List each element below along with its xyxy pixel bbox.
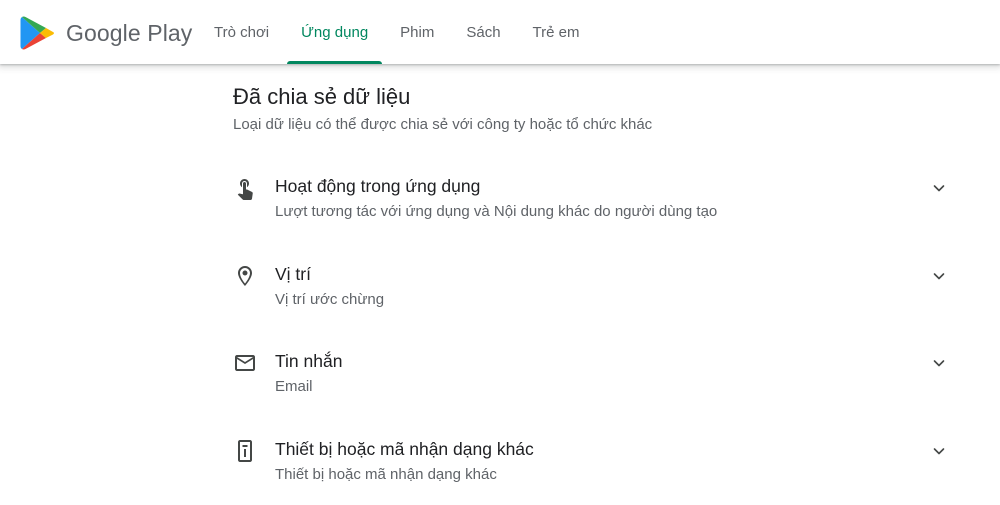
touch-icon bbox=[237, 179, 253, 200]
google-play-icon bbox=[20, 16, 54, 50]
item-subtitle: Email bbox=[275, 378, 313, 395]
data-item-messages[interactable]: Tin nhắn Email bbox=[233, 351, 963, 411]
chevron-down-icon[interactable] bbox=[931, 443, 947, 459]
item-subtitle: Lượt tương tác với ứng dụng và Nội dung … bbox=[275, 203, 718, 220]
google-play-logo[interactable]: Google Play bbox=[20, 14, 192, 52]
tab-movies[interactable]: Phim bbox=[384, 0, 450, 64]
mail-icon bbox=[235, 355, 255, 371]
data-item-device-ids[interactable]: Thiết bị hoặc mã nhận dạng khác Thiết bị… bbox=[233, 439, 963, 499]
item-title: Vị trí bbox=[275, 264, 311, 284]
tab-apps[interactable]: Ứng dụng bbox=[285, 0, 384, 64]
section-title: Đã chia sẻ dữ liệu bbox=[233, 84, 411, 109]
top-app-bar: Google Play Trò chơi Ứng dụng Phim Sách … bbox=[0, 0, 1000, 64]
tab-games[interactable]: Trò chơi bbox=[198, 0, 285, 64]
chevron-down-icon[interactable] bbox=[931, 355, 947, 371]
section-subtitle: Loại dữ liệu có thể được chia sẻ với côn… bbox=[233, 116, 653, 133]
top-nav: Trò chơi Ứng dụng Phim Sách Trẻ em bbox=[198, 0, 596, 64]
item-subtitle: Thiết bị hoặc mã nhận dạng khác bbox=[275, 466, 497, 483]
item-subtitle: Vị trí ước chừng bbox=[275, 291, 385, 308]
chevron-down-icon[interactable] bbox=[931, 268, 947, 284]
chevron-down-icon[interactable] bbox=[931, 180, 947, 196]
logo-text: Google Play bbox=[66, 19, 193, 46]
item-title: Hoạt động trong ứng dụng bbox=[275, 176, 481, 196]
tab-books[interactable]: Sách bbox=[450, 0, 516, 64]
item-title: Tin nhắn bbox=[275, 351, 343, 371]
location-icon bbox=[238, 266, 252, 286]
data-item-location[interactable]: Vị trí Vị trí ước chừng bbox=[233, 264, 963, 324]
device-id-icon bbox=[238, 440, 252, 462]
data-item-app-activity[interactable]: Hoạt động trong ứng dụng Lượt tương tác … bbox=[233, 176, 963, 236]
item-title: Thiết bị hoặc mã nhận dạng khác bbox=[275, 439, 534, 459]
tab-kids[interactable]: Trẻ em bbox=[517, 0, 596, 64]
